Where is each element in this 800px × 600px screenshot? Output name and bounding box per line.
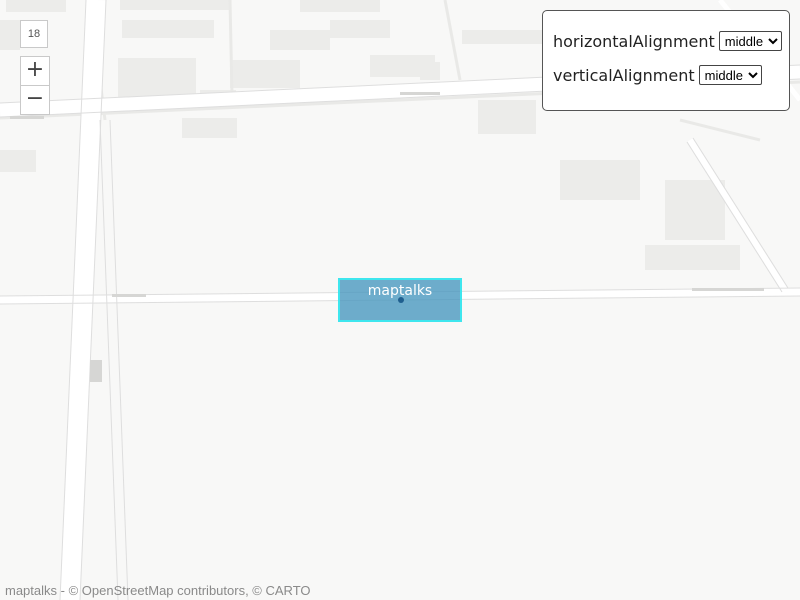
- street-labels: [10, 92, 764, 382]
- horizontal-alignment-row: horizontalAlignment middle: [553, 31, 782, 51]
- zoom-level-indicator: 18: [20, 20, 48, 48]
- vertical-alignment-select[interactable]: middle: [698, 65, 762, 85]
- vertical-alignment-row: verticalAlignment middle: [553, 65, 779, 85]
- alignment-options-panel: horizontalAlignment middle verticalAlign…: [542, 10, 790, 111]
- vertical-alignment-label: verticalAlignment: [553, 65, 695, 85]
- marker-anchor-point: [398, 297, 404, 303]
- zoom-in-button[interactable]: +: [21, 57, 49, 85]
- horizontal-alignment-label: horizontalAlignment: [553, 31, 715, 51]
- attribution-text: maptalks - © OpenStreetMap contributors,…: [5, 583, 311, 598]
- zoom-control: + −: [20, 56, 50, 115]
- text-box-marker[interactable]: maptalks: [338, 278, 462, 322]
- horizontal-alignment-select[interactable]: middle: [718, 31, 782, 51]
- zoom-out-button[interactable]: −: [21, 85, 49, 114]
- map-attribution: maptalks - © OpenStreetMap contributors,…: [5, 583, 311, 598]
